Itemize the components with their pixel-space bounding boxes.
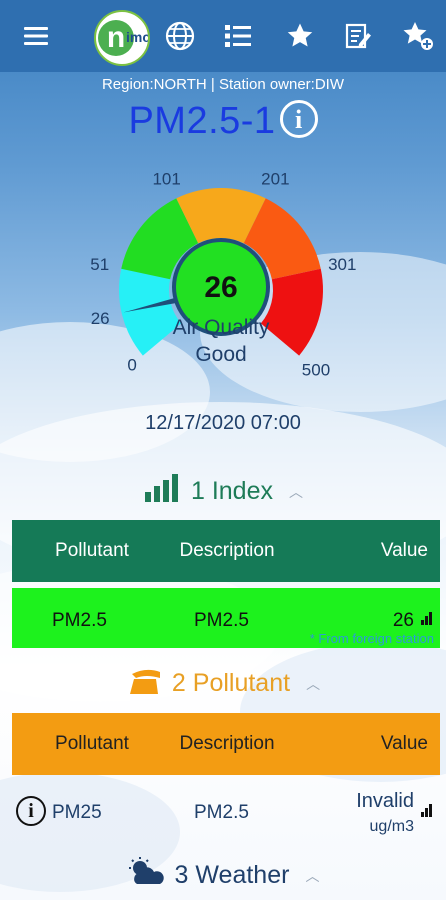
row-unit: ug/m3 (369, 818, 414, 835)
aqi-gauge: 0 26 51 101 201 301 500 26 Air Quality Good (90, 170, 356, 380)
header-pollutant: Pollutant (55, 733, 129, 754)
row-description: PM2.5 (194, 610, 249, 631)
foreign-station-note: * From foreign station (309, 631, 434, 646)
region-owner-label: Region:NORTH | Station owner:DIW (101, 76, 345, 93)
logo-text: imc (126, 29, 150, 45)
index-section-title: 1 Index (190, 477, 273, 505)
chevron-up-icon[interactable]: ︿ (289, 482, 303, 502)
gauge-segment-good (119, 268, 182, 356)
signal-bars-icon (421, 804, 432, 817)
chevron-up-icon[interactable]: ︿ (305, 866, 319, 886)
signal-bars-icon (421, 612, 432, 625)
index-section-header[interactable]: 1 Index ︿ (0, 472, 446, 511)
chevron-up-icon[interactable]: ︿ (306, 674, 320, 694)
app-toolbar: n imc (0, 0, 446, 72)
pollutant-table-row[interactable]: i PM25 PM2.5 Invalid ug/m3 (12, 778, 440, 844)
index-table-header: Pollutant Description Value (12, 520, 440, 582)
gauge-tick-label: 500 (302, 361, 330, 380)
header-value: Value (380, 540, 428, 561)
star-icon[interactable] (276, 12, 324, 60)
row-value: Invalid (356, 790, 414, 812)
gauge-tick-label: 26 (91, 309, 110, 328)
gauge-segment-very-unhealthy (260, 268, 323, 356)
index-table-row[interactable]: PM2.5 PM2.5 26 * From foreign station (12, 588, 440, 648)
hamburger-menu-icon[interactable] (12, 12, 60, 60)
gauge-tick-label: 201 (261, 170, 289, 189)
info-icon[interactable]: i (16, 796, 46, 826)
header-pollutant: Pollutant (55, 540, 129, 561)
weather-section-title: 3 Weather (174, 861, 290, 889)
globe-icon[interactable] (156, 12, 204, 60)
header-description: Description (179, 540, 275, 561)
pollutant-table-header: Pollutant Description Value (12, 713, 440, 775)
list-icon[interactable] (214, 12, 262, 60)
edit-note-icon[interactable] (334, 12, 382, 60)
factory-icon (126, 664, 164, 703)
pollutant-section-title: 2 Pollutant (171, 669, 291, 697)
aqi-value: 26 (204, 271, 237, 304)
weather-icon (127, 856, 167, 895)
gauge-tick-label: 101 (152, 170, 180, 189)
station-name: PM2.5-1 (128, 100, 276, 142)
app-logo: n imc (94, 10, 150, 66)
gauge-tick-label: 51 (90, 255, 109, 274)
gauge-tick-label: 0 (127, 356, 136, 375)
header-description: Description (179, 733, 275, 754)
station-title: PM2.5-1 i (0, 100, 446, 143)
pollutant-section-header[interactable]: 2 Pollutant ︿ (0, 664, 446, 703)
bar-chart-icon (143, 472, 183, 511)
measurement-datetime: 12/17/2020 07:00 (145, 412, 301, 434)
row-pollutant: PM2.5 (52, 610, 107, 631)
aqi-status: Good (195, 343, 246, 366)
info-icon[interactable]: i (279, 100, 318, 138)
aqi-label: Air Quality (173, 316, 270, 339)
header-value: Value (380, 733, 428, 754)
weather-section-header[interactable]: 3 Weather ︿ (0, 856, 446, 895)
star-add-icon[interactable] (394, 12, 442, 60)
row-value: 26 (392, 610, 414, 631)
gauge-tick-label: 301 (328, 255, 356, 274)
row-description: PM2.5 (194, 802, 249, 823)
row-pollutant: PM25 (52, 802, 102, 823)
